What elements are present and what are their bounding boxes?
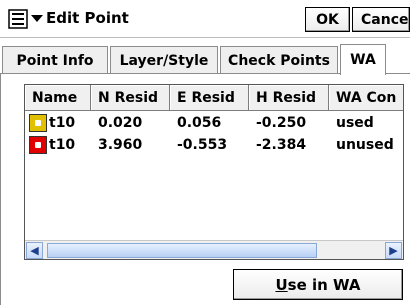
column-header-n-resid[interactable]: N Resid (91, 85, 170, 111)
column-header-e-resid[interactable]: E Resid (170, 85, 249, 111)
title-bar: Edit Point OK Cancel (0, 0, 410, 38)
point-name: t10 (49, 137, 76, 153)
chevron-down-icon[interactable] (31, 15, 43, 22)
e-resid-cell: -0.553 (177, 137, 228, 153)
point-unused-icon (29, 136, 47, 154)
ok-button[interactable]: OK (305, 7, 350, 32)
name-cell: t10 (25, 112, 91, 134)
tab-layer-style[interactable]: Layer/Style (110, 46, 218, 74)
wa-con-cell: used (336, 115, 374, 131)
scroll-left-icon[interactable]: ◀ (26, 242, 43, 259)
table-header: Name N Resid E Resid H Resid WA Con (25, 85, 403, 111)
residuals-table: Name N Resid E Resid H Resid WA Con t10 … (24, 84, 404, 260)
tab-bar: Point Info Layer/Style Check Points WA (0, 44, 410, 75)
n-resid-cell: 0.020 (98, 115, 143, 131)
h-resid-cell: -2.384 (256, 137, 307, 153)
tab-wa[interactable]: WA (340, 44, 386, 75)
column-header-wa-con[interactable]: WA Con (329, 85, 403, 111)
wa-con-cell: unused (336, 137, 394, 153)
use-in-wa-button[interactable]: Use in WA (233, 269, 403, 300)
table-row[interactable]: t10 3.960 -0.553 -2.384 unused (25, 134, 403, 156)
n-resid-cell: 3.960 (98, 137, 143, 153)
point-name: t10 (49, 115, 76, 131)
point-used-icon (29, 114, 47, 132)
name-cell: t10 (25, 134, 91, 156)
h-resid-cell: -0.250 (256, 115, 307, 131)
menu-icon[interactable] (8, 9, 30, 29)
e-resid-cell: 0.056 (177, 115, 222, 131)
horizontal-scrollbar[interactable]: ◀ ▶ (25, 240, 403, 259)
use-in-wa-mnemonic: U (275, 275, 288, 294)
table-row[interactable]: t10 0.020 0.056 -0.250 used (25, 112, 403, 134)
tab-point-info[interactable]: Point Info (2, 46, 108, 74)
column-header-name[interactable]: Name (25, 85, 91, 111)
scrollbar-thumb[interactable] (47, 243, 317, 258)
window-title: Edit Point (46, 9, 129, 27)
use-in-wa-label: se in WA (287, 275, 361, 294)
tab-check-points[interactable]: Check Points (220, 46, 338, 74)
cancel-button[interactable]: Cancel (352, 7, 410, 32)
column-header-h-resid[interactable]: H Resid (249, 85, 329, 111)
scroll-right-icon[interactable]: ▶ (385, 242, 402, 259)
